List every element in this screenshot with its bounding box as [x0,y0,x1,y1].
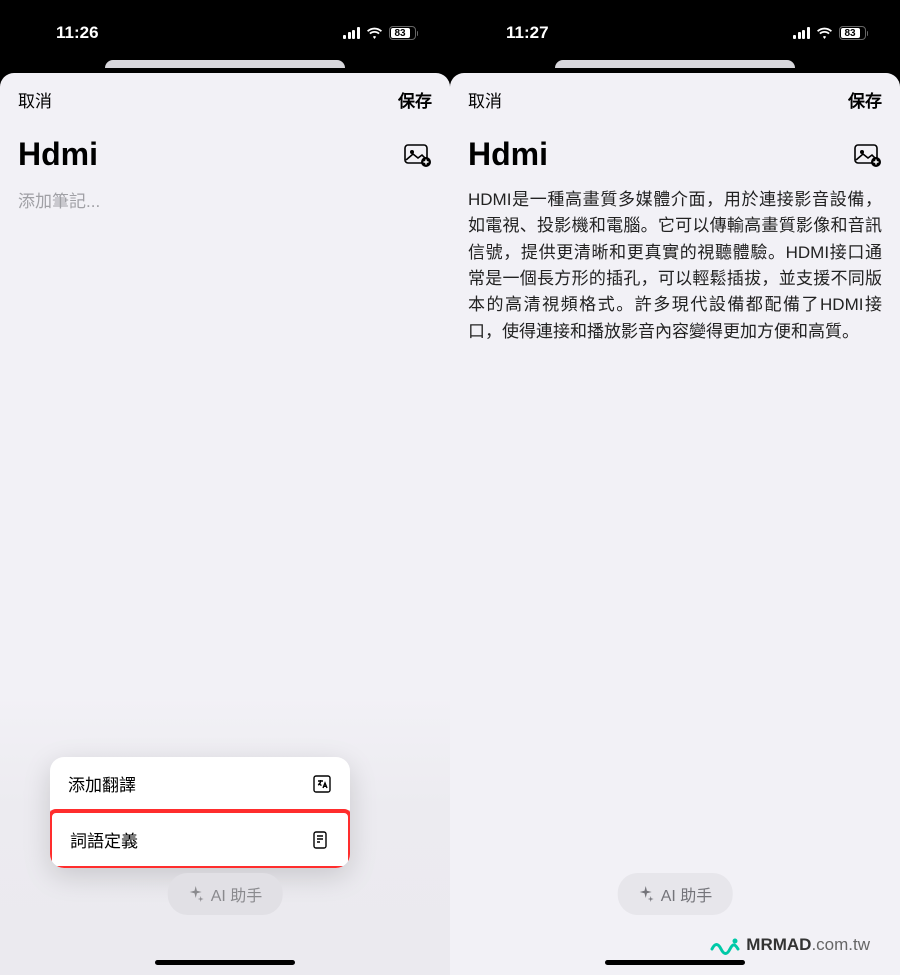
ai-button-label: AI 助手 [211,882,263,906]
battery-icon: 83 [839,26,869,40]
translate-icon [312,774,332,794]
add-image-icon[interactable] [404,143,432,167]
note-body-placeholder[interactable]: 添加筆記... [18,187,432,212]
phone-screen-left: 11:26 83 取消 保存 Hdmi 添加筆記... [0,0,450,975]
document-icon [310,830,330,850]
content-sheet: 取消 保存 Hdmi HDMI是一種高畫質多媒體介面，用於連接影音設備，如電視、… [450,73,900,975]
sparkle-icon [638,886,654,902]
wifi-icon [816,27,833,40]
save-button[interactable]: 保存 [398,87,432,112]
save-button[interactable]: 保存 [848,87,882,112]
highlight-annotation: 詞語定義 [50,809,350,868]
cancel-button[interactable]: 取消 [18,87,52,112]
watermark: MRMAD.com.tw [710,935,870,955]
menu-item-label: 添加翻譯 [68,771,136,796]
note-title-input[interactable]: Hdmi [468,136,548,173]
note-title-input[interactable]: Hdmi [18,136,98,173]
home-indicator[interactable] [155,960,295,965]
home-indicator[interactable] [605,960,745,965]
sheet-handle-area [450,54,900,73]
status-indicators: 83 [343,26,420,40]
watermark-logo-icon [710,935,740,955]
status-time: 11:27 [480,23,549,43]
status-indicators: 83 [793,26,870,40]
cellular-icon [793,27,810,39]
note-body-text[interactable]: HDMI是一種高畫質多媒體介面，用於連接影音設備，如電視、投影機和電腦。它可以傳… [468,187,882,345]
content-sheet: 取消 保存 Hdmi 添加筆記... 添加翻譯 [0,73,450,975]
sheet-handle-area [0,54,450,73]
wifi-icon [366,27,383,40]
status-time: 11:26 [30,23,99,43]
ai-assistant-button[interactable]: AI 助手 [618,873,733,915]
battery-level: 83 [391,28,410,38]
watermark-domain: .com.tw [811,935,870,954]
add-image-icon[interactable] [854,143,882,167]
menu-item-add-translation[interactable]: 添加翻譯 [50,757,350,810]
cellular-icon [343,27,360,39]
ai-assistant-button[interactable]: AI 助手 [168,873,283,915]
phone-screen-right: 11:27 83 取消 保存 Hdmi HDMI是一種高 [450,0,900,975]
sparkle-icon [188,886,204,902]
cancel-button[interactable]: 取消 [468,87,502,112]
menu-item-label: 詞語定義 [70,827,138,852]
menu-item-word-definition[interactable]: 詞語定義 [52,813,348,866]
ai-button-label: AI 助手 [661,882,713,906]
ai-popup-menu: 添加翻譯 詞語定義 [50,757,350,868]
status-bar: 11:27 83 [450,0,900,54]
battery-level: 83 [841,28,860,38]
battery-icon: 83 [389,26,419,40]
watermark-brand: MRMAD [746,935,811,954]
status-bar: 11:26 83 [0,0,450,54]
